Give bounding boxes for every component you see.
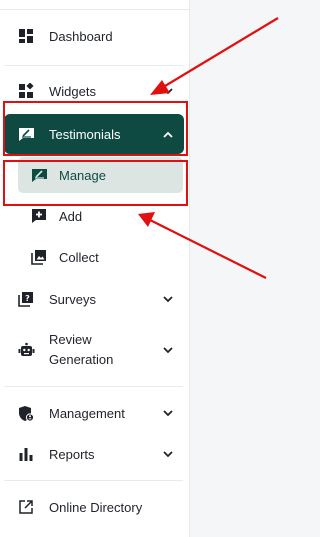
chevron-down-icon [162, 407, 174, 419]
sidebar-item-management[interactable]: Management [4, 394, 184, 432]
sidebar-item-label: Surveys [49, 291, 96, 307]
submenu-item-add[interactable]: Add [18, 198, 183, 234]
sidebar-item-label: Review Generation [49, 330, 113, 370]
image-gallery-icon [30, 248, 48, 266]
sidebar: Dashboard Widgets Testimonials Manage Ad… [0, 0, 190, 537]
shield-icon [17, 404, 35, 422]
sidebar-item-surveys[interactable]: ? Surveys [4, 280, 184, 318]
robot-icon [17, 341, 35, 359]
submenu-item-collect[interactable]: Collect [18, 239, 183, 275]
label-line-2: Generation [49, 352, 114, 367]
label-line-1: Review [49, 332, 92, 347]
chevron-down-icon [162, 293, 174, 305]
bar-chart-icon [17, 445, 35, 463]
sidebar-item-label: Dashboard [49, 28, 113, 44]
top-divider [0, 9, 189, 10]
divider [4, 65, 183, 66]
divider [4, 480, 183, 481]
submenu-item-label: Collect [59, 249, 99, 265]
submenu-item-manage[interactable]: Manage [18, 157, 183, 193]
testimonials-icon [17, 125, 35, 143]
edit-icon [30, 166, 48, 184]
divider [4, 386, 183, 387]
chevron-down-icon [162, 448, 174, 460]
sidebar-item-label: Online Directory [49, 499, 143, 515]
sidebar-item-label: Widgets [49, 83, 96, 99]
chevron-down-icon [162, 344, 174, 356]
sidebar-item-dashboard[interactable]: Dashboard [4, 17, 184, 55]
sidebar-item-online-directory[interactable]: Online Directory [4, 488, 184, 526]
sidebar-item-widgets[interactable]: Widgets [4, 72, 184, 110]
svg-text:?: ? [25, 294, 30, 303]
add-icon [30, 207, 48, 225]
dashboard-icon [17, 27, 35, 45]
chevron-up-icon [162, 128, 174, 140]
submenu-item-label: Manage [59, 167, 106, 183]
external-link-icon [17, 498, 35, 516]
sidebar-item-label: Reports [49, 446, 95, 462]
sidebar-item-label: Testimonials [49, 126, 121, 142]
sidebar-item-reports[interactable]: Reports [4, 435, 184, 473]
sidebar-item-review-generation[interactable]: Review Generation [4, 325, 184, 375]
sidebar-item-testimonials[interactable]: Testimonials [4, 114, 184, 154]
chevron-down-icon [162, 85, 174, 97]
surveys-icon: ? [17, 290, 35, 308]
sidebar-item-label: Management [49, 405, 125, 421]
widgets-icon [17, 82, 35, 100]
submenu-item-label: Add [59, 208, 83, 224]
